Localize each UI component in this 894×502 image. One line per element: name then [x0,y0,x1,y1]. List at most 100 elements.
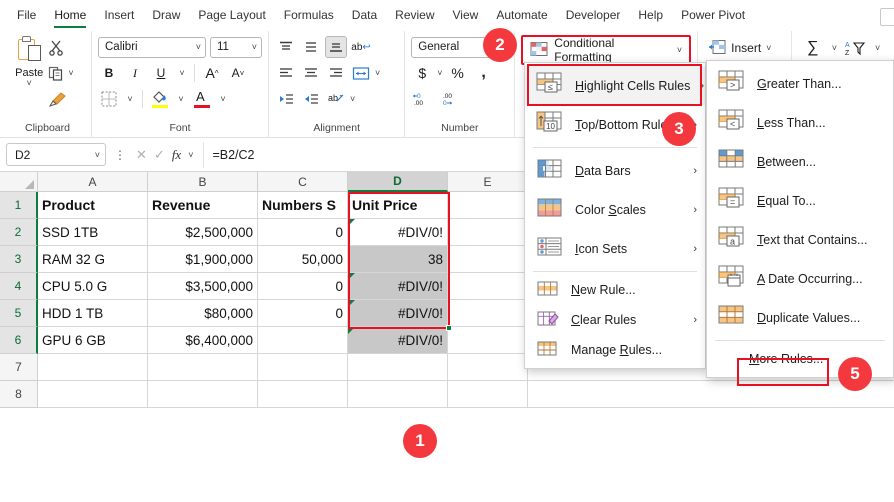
tab-page-layout[interactable]: Page Layout [189,5,274,28]
sort-filter-button[interactable]: A Z [845,37,867,59]
cell-b8[interactable] [148,381,258,408]
tab-home[interactable]: Home [45,5,95,28]
percent-format-button[interactable]: % [447,62,469,84]
tab-view[interactable]: View [444,5,488,28]
cell-b2[interactable]: $2,500,000 [148,219,258,246]
menu-item-text-that-contains[interactable]: a Text that Contains... [707,220,893,259]
column-header-b[interactable]: B [148,172,258,192]
cell-a1[interactable]: Product [38,192,148,219]
decrease-indent-button[interactable] [275,88,297,110]
row-header-6[interactable]: 6 [0,327,38,354]
font-name-combo[interactable]: Calibri ˅ [98,36,206,58]
cell-e2[interactable] [448,219,528,246]
borders-button[interactable] [98,88,120,110]
row-header-5[interactable]: 5 [0,300,38,327]
cell-d6[interactable]: #DIV/0! [348,327,448,354]
confirm-formula-icon[interactable]: ✓ [154,147,165,163]
align-right-button[interactable] [325,62,347,84]
menu-item-a-date-occurring[interactable]: A Date Occurring... [707,259,893,298]
chevron-down-icon[interactable]: ˅ [832,43,837,53]
column-header-a[interactable]: A [38,172,148,192]
cell-d1[interactable]: Unit Price [348,192,448,219]
cell-d7[interactable] [348,354,448,381]
cell-a7[interactable] [38,354,148,381]
decrease-decimal-button[interactable]: .00 0 [441,88,467,110]
row-header-8[interactable]: 8 [0,381,38,408]
tab-power-pivot[interactable]: Power Pivot [672,5,754,28]
currency-format-button[interactable]: $ [411,62,433,84]
menu-item-manage-rules[interactable]: Manage Rules... [525,335,705,365]
chevron-down-icon[interactable]: ˅ [124,88,136,110]
bold-button[interactable]: B [98,62,120,84]
cell-c5[interactable]: 0 [258,300,348,327]
tab-help[interactable]: Help [629,5,672,28]
cancel-formula-icon[interactable]: ✕ [136,147,147,163]
ribbon-collapse-button[interactable] [880,8,894,26]
menu-item-color-scales[interactable]: Color Scales › [525,190,705,229]
underline-button[interactable]: U [150,62,172,84]
chevron-down-icon[interactable]: ˅ [176,62,188,84]
column-header-d[interactable]: D [348,172,448,192]
cell-e3[interactable] [448,246,528,273]
cell-d5[interactable]: #DIV/0! [348,300,448,327]
cell-e4[interactable] [448,273,528,300]
cell-a5[interactable]: HDD 1 TB [38,300,148,327]
cell-e6[interactable] [448,327,528,354]
menu-item-highlight-cells-rules[interactable]: ≤ Highlight Cells Rules › [525,66,705,105]
tab-file[interactable]: File [8,5,45,28]
menu-item-data-bars[interactable]: Data Bars › [525,151,705,190]
chevron-down-icon[interactable]: ˅ [188,150,193,160]
column-header-e[interactable]: E [448,172,528,192]
chevron-down-icon[interactable]: ˅ [175,88,187,110]
cut-button[interactable] [48,37,65,57]
menu-item-greater-than[interactable]: > Greater Than... [707,64,893,103]
cell-a2[interactable]: SSD 1TB [38,219,148,246]
align-top-button[interactable] [275,36,297,58]
paste-button[interactable]: Paste ˅ [10,33,48,111]
font-color-button[interactable]: A [191,88,213,110]
menu-item-icon-sets[interactable]: Icon Sets › [525,229,705,268]
decrease-font-size-button[interactable]: A ˅ [227,62,249,84]
select-all-button[interactable] [0,172,38,192]
wrap-text-button[interactable]: ab ↩ [350,36,372,58]
cell-d4[interactable]: #DIV/0! [348,273,448,300]
cell-c3[interactable]: 50,000 [258,246,348,273]
cell-a6[interactable]: GPU 6 GB [38,327,148,354]
cell-b5[interactable]: $80,000 [148,300,258,327]
cell-b3[interactable]: $1,900,000 [148,246,258,273]
cell-e7[interactable] [448,354,528,381]
cell-d8[interactable] [348,381,448,408]
tab-insert[interactable]: Insert [95,5,143,28]
chevron-down-icon[interactable]: ˅ [217,88,229,110]
chevron-down-icon[interactable]: ˅ [68,68,73,78]
column-header-c[interactable]: C [258,172,348,192]
cell-d3[interactable]: 38 [348,246,448,273]
merge-cells-button[interactable] [350,62,372,84]
cell-c7[interactable] [258,354,348,381]
cell-c4[interactable]: 0 [258,273,348,300]
cell-c6[interactable] [258,327,348,354]
cell-b4[interactable]: $3,500,000 [148,273,258,300]
cell-a8[interactable] [38,381,148,408]
tab-draw[interactable]: Draw [143,5,189,28]
autosum-button[interactable]: ∑ [802,37,824,59]
row-header-2[interactable]: 2 [0,219,38,246]
insert-function-icon[interactable]: fx [172,147,181,163]
menu-item-new-rule[interactable]: New Rule... [525,275,705,305]
menu-item-equal-to[interactable]: = Equal To... [707,181,893,220]
chevron-down-icon[interactable]: ˅ [766,43,771,53]
copy-button[interactable]: ˅ [48,63,74,83]
chevron-down-icon[interactable]: ˅ [375,68,380,78]
cell-f8[interactable] [528,381,894,408]
menu-item-less-than[interactable]: < Less Than... [707,103,893,142]
row-header-7[interactable]: 7 [0,354,38,381]
italic-button[interactable]: I [124,62,146,84]
increase-decimal-button[interactable]: 0 .00 [411,88,437,110]
increase-indent-button[interactable] [300,88,322,110]
row-header-4[interactable]: 4 [0,273,38,300]
chevron-down-icon[interactable]: ˅ [27,79,32,88]
chevron-down-icon[interactable]: ˅ [350,94,355,104]
orientation-button[interactable]: ab [325,88,347,110]
tab-data[interactable]: Data [343,5,386,28]
menu-item-clear-rules[interactable]: Clear Rules › [525,305,705,335]
